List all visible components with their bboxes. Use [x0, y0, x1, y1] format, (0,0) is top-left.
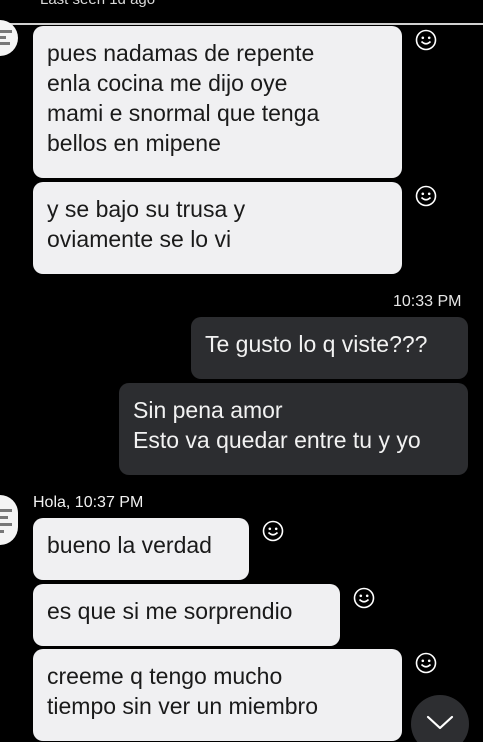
chevron-down-icon: [426, 715, 454, 730]
message-bubble[interactable]: creeme q tengo mucho tiempo sin ver un m…: [33, 649, 402, 741]
message-bubble[interactable]: y se bajo su trusa y oviamente se lo vi: [33, 182, 402, 274]
message-bubble[interactable]: es que si me sorprendio: [33, 584, 340, 646]
last-seen-status: Last seen 1d ago: [40, 0, 155, 9]
message-bubble[interactable]: Te gusto lo q viste???: [191, 317, 468, 379]
message-timestamp: 10:33 PM: [393, 293, 462, 310]
smiley-icon[interactable]: [415, 652, 437, 674]
message-bubble[interactable]: bueno la verdad: [33, 518, 249, 580]
chat-screen: Last seen 1d ago pues nadamas de repente…: [0, 0, 483, 742]
message-bubble[interactable]: pues nadamas de repente enla cocina me d…: [33, 26, 402, 178]
scroll-to-bottom-button[interactable]: [411, 695, 469, 742]
smiley-icon[interactable]: [415, 29, 437, 51]
smiley-icon[interactable]: [353, 587, 375, 609]
header-divider: [0, 23, 483, 25]
message-bubble[interactable]: Sin pena amor Esto va quedar entre tu y …: [119, 383, 468, 475]
sender-time-label: Hola, 10:37 PM: [33, 494, 144, 511]
avatar[interactable]: [0, 20, 18, 56]
avatar[interactable]: [0, 495, 18, 545]
smiley-icon[interactable]: [262, 520, 284, 542]
smiley-icon[interactable]: [415, 185, 437, 207]
